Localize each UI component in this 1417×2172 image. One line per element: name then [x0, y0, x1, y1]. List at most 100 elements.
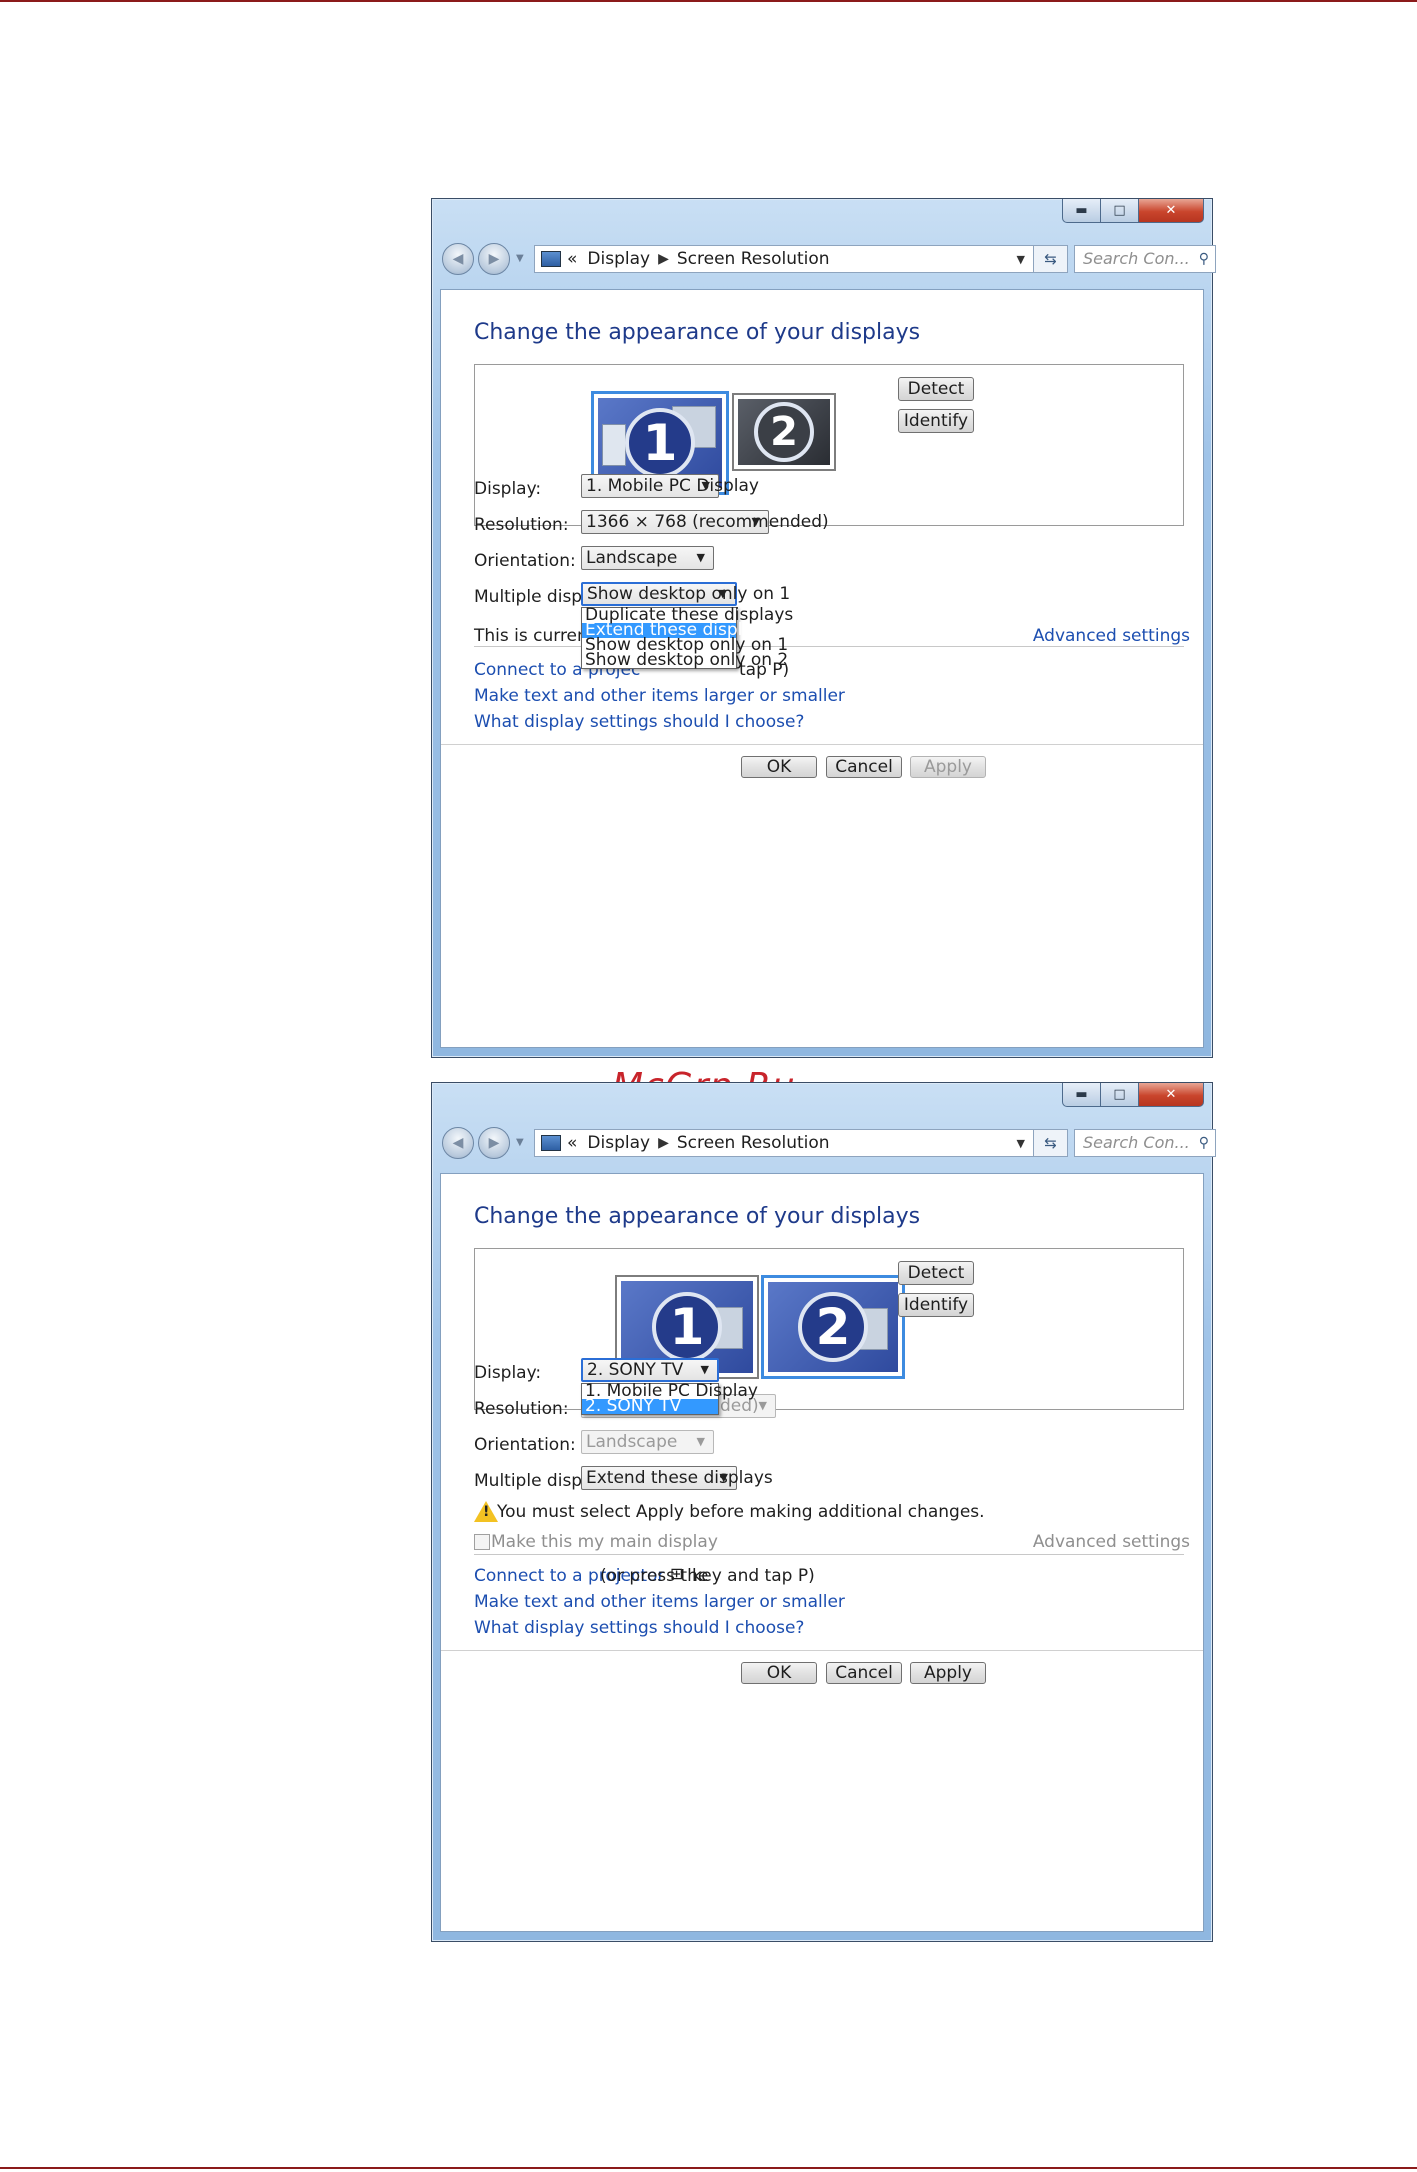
warning-icon: ! [474, 1501, 498, 1522]
address-bar[interactable]: « Display ▶ Screen Resolution ▼ [534, 245, 1034, 273]
search-input[interactable]: Search Con... ⚲ [1074, 245, 1216, 273]
recent-pages-dropdown-icon[interactable]: ▼ [516, 1137, 524, 1148]
display-select-value: 1. Mobile PC Display [586, 476, 759, 496]
forward-button[interactable]: ▶ [478, 243, 510, 275]
close-button[interactable]: ✕ [1138, 1083, 1204, 1107]
breadcrumb-display[interactable]: Display [587, 249, 650, 269]
apply-button[interactable]: Apply [910, 756, 986, 778]
maximize-button[interactable]: □ [1100, 1083, 1138, 1107]
chevron-down-icon: ▼ [696, 551, 705, 564]
chevron-down-icon: ▼ [718, 587, 727, 600]
main-display-label: Make this my main display [491, 1532, 718, 1552]
ok-button[interactable]: OK [741, 756, 817, 778]
monitor-1-number: 1 [625, 408, 695, 478]
dropdown-option-highlighted[interactable]: 2. SONY TV [582, 1398, 718, 1415]
divider [474, 1554, 1184, 1555]
display-select[interactable]: 1. Mobile PC Display ▼ [581, 474, 759, 498]
multiple-displays-select[interactable]: Show desktop only on 1 ▼ [581, 582, 790, 606]
breadcrumb-prefix[interactable]: « [567, 249, 577, 269]
breadcrumb-prefix[interactable]: « [567, 1133, 577, 1153]
identify-button[interactable]: Identify [898, 409, 974, 433]
maximize-button[interactable]: □ [1100, 199, 1138, 223]
display-label: Display: [474, 1363, 542, 1383]
search-input[interactable]: Search Con... ⚲ [1074, 1129, 1216, 1157]
ok-button[interactable]: OK [741, 1662, 817, 1684]
refresh-button[interactable]: ⇆ [1034, 1129, 1068, 1157]
search-placeholder: Search Con... [1083, 1133, 1190, 1152]
chevron-down-icon: ▼ [758, 1399, 767, 1412]
breadcrumb-screen-resolution[interactable]: Screen Resolution [677, 1133, 830, 1153]
breadcrumb-arrow-icon[interactable]: ▶ [658, 1135, 669, 1151]
search-icon[interactable]: ⚲ [1199, 246, 1209, 272]
chevron-down-icon: ▼ [719, 1471, 728, 1484]
window-controls: ▬ □ ✕ [1062, 1083, 1204, 1109]
text-size-link[interactable]: Make text and other items larger or smal… [474, 1592, 845, 1612]
cancel-button[interactable]: Cancel [826, 1662, 902, 1684]
control-panel-icon [541, 251, 561, 267]
chevron-down-icon: ▼ [696, 1435, 705, 1448]
orientation-select[interactable]: Landscape ▼ [581, 1430, 714, 1454]
address-dropdown-icon[interactable]: ▼ [1017, 253, 1025, 266]
page-title: Change the appearance of your displays [474, 1204, 921, 1229]
chevron-down-icon: ▼ [701, 479, 710, 492]
minimize-button[interactable]: ▬ [1062, 199, 1100, 223]
monitor-2-tile[interactable]: 2 [761, 1275, 905, 1379]
forward-button[interactable]: ▶ [478, 1127, 510, 1159]
monitor-2-number: 2 [798, 1292, 868, 1362]
navigation-bar: ◀ ▶ ▼ « Display ▶ Screen Resolution ▼ ⇆ … [442, 243, 1216, 277]
footer-divider [441, 1650, 1203, 1651]
chevron-down-icon: ▼ [751, 515, 760, 528]
advanced-settings-link[interactable]: Advanced settings [1033, 626, 1190, 646]
resolution-select[interactable]: 1366 × 768 (recommended) ▼ [581, 510, 829, 534]
display-settings-help-link[interactable]: What display settings should I choose? [474, 1618, 804, 1638]
refresh-button[interactable]: ⇆ [1034, 245, 1068, 273]
display-label: Display: [474, 479, 542, 499]
display-select[interactable]: 2. SONY TV ▼ [581, 1358, 719, 1382]
multiple-displays-select[interactable]: Extend these displays ▼ [581, 1466, 773, 1490]
display-dropdown: 1. Mobile PC Display 2. SONY TV [581, 1383, 758, 1415]
advanced-settings-link[interactable]: Advanced settings [1033, 1532, 1190, 1552]
desktop-window-icon [602, 424, 626, 466]
detect-button[interactable]: Detect [898, 377, 974, 401]
display-settings-help-link[interactable]: What display settings should I choose? [474, 712, 804, 732]
dropdown-option[interactable]: Show desktop only on 2 [582, 652, 788, 669]
search-icon[interactable]: ⚲ [1199, 1130, 1209, 1156]
breadcrumb-screen-resolution[interactable]: Screen Resolution [677, 249, 830, 269]
address-dropdown-icon[interactable]: ▼ [1017, 1137, 1025, 1150]
orientation-select[interactable]: Landscape ▼ [581, 546, 714, 570]
main-display-checkbox[interactable] [474, 1534, 490, 1550]
address-bar[interactable]: « Display ▶ Screen Resolution ▼ [534, 1129, 1034, 1157]
monitor-1-number: 1 [652, 1292, 722, 1362]
back-button[interactable]: ◀ [442, 243, 474, 275]
monitor-2-number: 2 [754, 402, 814, 462]
control-panel-icon [541, 1135, 561, 1151]
apply-button[interactable]: Apply [910, 1662, 986, 1684]
screen-resolution-window-1: ▬ □ ✕ ◀ ▶ ▼ « Display ▶ Screen Resolutio… [431, 198, 1216, 1058]
monitor-2-tile[interactable]: 2 [732, 393, 836, 471]
page-title: Change the appearance of your displays [474, 320, 921, 345]
screen-resolution-window-2: ▬ □ ✕ ◀ ▶ ▼ « Display ▶ Screen Resolutio… [431, 1082, 1216, 1942]
orientation-label: Orientation: [474, 551, 576, 571]
text-size-link[interactable]: Make text and other items larger or smal… [474, 686, 845, 706]
projector-hint-suffix: key and tap P) [692, 1566, 815, 1586]
breadcrumb-display[interactable]: Display [587, 1133, 650, 1153]
minimize-button[interactable]: ▬ [1062, 1083, 1100, 1107]
multiple-displays-dropdown: Duplicate these displays Extend these di… [581, 607, 793, 669]
detect-button[interactable]: Detect [898, 1261, 974, 1285]
close-button[interactable]: ✕ [1138, 199, 1204, 223]
search-placeholder: Search Con... [1083, 249, 1190, 268]
resolution-label: Resolution: [474, 1399, 569, 1419]
orientation-select-value: Landscape [586, 1432, 678, 1452]
recent-pages-dropdown-icon[interactable]: ▼ [516, 253, 524, 264]
orientation-select-value: Landscape [586, 548, 678, 568]
windows-key-icon: ⊞ [670, 1564, 684, 1583]
identify-button[interactable]: Identify [898, 1293, 974, 1317]
cancel-button[interactable]: Cancel [826, 756, 902, 778]
multiple-displays-select-value: Extend these displays [586, 1468, 773, 1488]
back-button[interactable]: ◀ [442, 1127, 474, 1159]
resolution-select-value: 1366 × 768 (recommended) [586, 512, 829, 532]
breadcrumb-arrow-icon[interactable]: ▶ [658, 251, 669, 267]
bottom-page-rule [0, 2167, 1417, 2169]
window-content: Change the appearance of your displays 1… [440, 289, 1204, 1048]
chevron-down-icon: ▼ [700, 1363, 709, 1376]
